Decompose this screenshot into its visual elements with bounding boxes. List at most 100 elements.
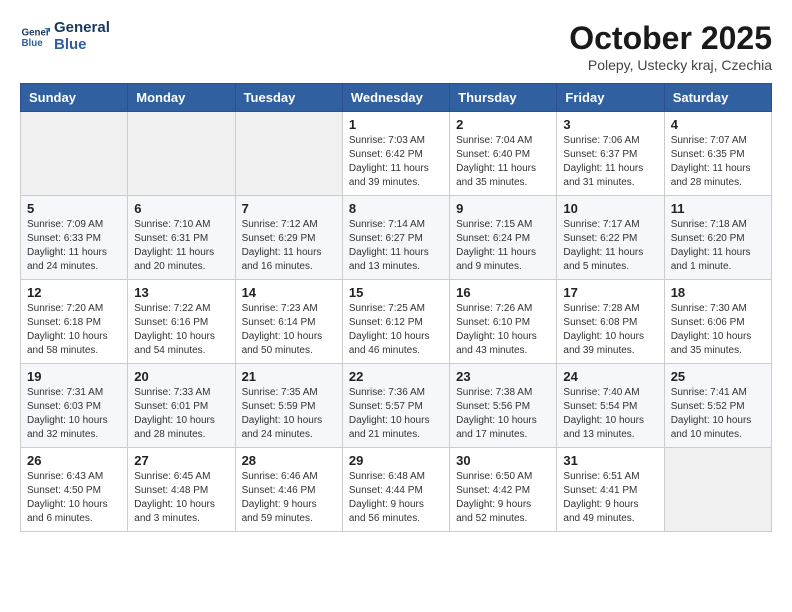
day-number: 11	[671, 201, 765, 216]
calendar-week-row: 12 Sunrise: 7:20 AM Sunset: 6:18 PM Dayli…	[21, 280, 772, 364]
calendar-cell: 1 Sunrise: 7:03 AM Sunset: 6:42 PM Daylig…	[342, 112, 449, 196]
day-number: 14	[242, 285, 336, 300]
logo-line1: General	[54, 20, 110, 37]
calendar-cell: 28 Sunrise: 6:46 AM Sunset: 4:46 PM Dayli…	[235, 448, 342, 532]
calendar-cell: 13 Sunrise: 7:22 AM Sunset: 6:16 PM Dayli…	[128, 280, 235, 364]
calendar-week-row: 26 Sunrise: 6:43 AM Sunset: 4:50 PM Dayli…	[21, 448, 772, 532]
day-number: 16	[456, 285, 550, 300]
calendar-cell: 5 Sunrise: 7:09 AM Sunset: 6:33 PM Daylig…	[21, 196, 128, 280]
day-number: 19	[27, 369, 121, 384]
calendar-cell: 29 Sunrise: 6:48 AM Sunset: 4:44 PM Dayli…	[342, 448, 449, 532]
calendar-cell: 14 Sunrise: 7:23 AM Sunset: 6:14 PM Dayli…	[235, 280, 342, 364]
day-info: Sunrise: 7:20 AM Sunset: 6:18 PM Dayligh…	[27, 302, 121, 358]
day-info: Sunrise: 7:22 AM Sunset: 6:16 PM Dayligh…	[134, 302, 228, 358]
calendar-cell	[21, 112, 128, 196]
day-number: 8	[349, 201, 443, 216]
calendar-week-row: 5 Sunrise: 7:09 AM Sunset: 6:33 PM Daylig…	[21, 196, 772, 280]
calendar-cell: 11Sunrise: 7:18 AM Sunset: 6:20 PM Dayli…	[664, 196, 771, 280]
day-info: Sunrise: 7:38 AM Sunset: 5:56 PM Dayligh…	[456, 386, 550, 442]
day-number: 22	[349, 369, 443, 384]
day-number: 28	[242, 453, 336, 468]
calendar-cell: 15 Sunrise: 7:25 AM Sunset: 6:12 PM Dayli…	[342, 280, 449, 364]
calendar-cell: 25 Sunrise: 7:41 AM Sunset: 5:52 PM Dayli…	[664, 364, 771, 448]
calendar-cell: 21 Sunrise: 7:35 AM Sunset: 5:59 PM Dayli…	[235, 364, 342, 448]
day-info: Sunrise: 6:48 AM Sunset: 4:44 PM Dayligh…	[349, 470, 443, 526]
calendar-cell: 24Sunrise: 7:40 AM Sunset: 5:54 PM Dayli…	[557, 364, 664, 448]
day-info: Sunrise: 7:30 AM Sunset: 6:06 PM Dayligh…	[671, 302, 765, 358]
weekday-header-row: SundayMondayTuesdayWednesdayThursdayFrid…	[21, 84, 772, 112]
calendar-cell: 23 Sunrise: 7:38 AM Sunset: 5:56 PM Dayli…	[450, 364, 557, 448]
weekday-header: Thursday	[450, 84, 557, 112]
day-number: 7	[242, 201, 336, 216]
day-info: Sunrise: 6:51 AM Sunset: 4:41 PM Dayligh…	[563, 470, 657, 526]
day-number: 2	[456, 117, 550, 132]
weekday-header: Sunday	[21, 84, 128, 112]
day-info: Sunrise: 7:06 AM Sunset: 6:37 PM Dayligh…	[563, 134, 657, 190]
calendar-cell: 30Sunrise: 6:50 AM Sunset: 4:42 PM Dayli…	[450, 448, 557, 532]
calendar-cell: 26 Sunrise: 6:43 AM Sunset: 4:50 PM Dayli…	[21, 448, 128, 532]
calendar-cell: 20 Sunrise: 7:33 AM Sunset: 6:01 PM Dayli…	[128, 364, 235, 448]
day-number: 4	[671, 117, 765, 132]
day-number: 13	[134, 285, 228, 300]
calendar-cell: 2Sunrise: 7:04 AM Sunset: 6:40 PM Daylig…	[450, 112, 557, 196]
day-info: Sunrise: 7:09 AM Sunset: 6:33 PM Dayligh…	[27, 218, 121, 274]
calendar-cell: 18 Sunrise: 7:30 AM Sunset: 6:06 PM Dayli…	[664, 280, 771, 364]
day-info: Sunrise: 7:26 AM Sunset: 6:10 PM Dayligh…	[456, 302, 550, 358]
svg-text:Blue: Blue	[22, 38, 44, 49]
day-number: 27	[134, 453, 228, 468]
day-info: Sunrise: 7:33 AM Sunset: 6:01 PM Dayligh…	[134, 386, 228, 442]
day-info: Sunrise: 7:12 AM Sunset: 6:29 PM Dayligh…	[242, 218, 336, 274]
calendar-cell: 19 Sunrise: 7:31 AM Sunset: 6:03 PM Dayli…	[21, 364, 128, 448]
day-info: Sunrise: 7:25 AM Sunset: 6:12 PM Dayligh…	[349, 302, 443, 358]
day-info: Sunrise: 7:03 AM Sunset: 6:42 PM Dayligh…	[349, 134, 443, 190]
day-info: Sunrise: 7:35 AM Sunset: 5:59 PM Dayligh…	[242, 386, 336, 442]
calendar-cell: 27 Sunrise: 6:45 AM Sunset: 4:48 PM Dayli…	[128, 448, 235, 532]
day-info: Sunrise: 6:45 AM Sunset: 4:48 PM Dayligh…	[134, 470, 228, 526]
calendar-cell: 6Sunrise: 7:10 AM Sunset: 6:31 PM Daylig…	[128, 196, 235, 280]
calendar-cell: 4Sunrise: 7:07 AM Sunset: 6:35 PM Daylig…	[664, 112, 771, 196]
day-number: 1	[349, 117, 443, 132]
calendar-cell: 16 Sunrise: 7:26 AM Sunset: 6:10 PM Dayli…	[450, 280, 557, 364]
day-number: 20	[134, 369, 228, 384]
day-number: 25	[671, 369, 765, 384]
logo-icon: General Blue	[20, 22, 50, 52]
day-number: 29	[349, 453, 443, 468]
day-number: 26	[27, 453, 121, 468]
day-number: 6	[134, 201, 228, 216]
title-block: October 2025 Polepy, Ustecky kraj, Czech…	[569, 20, 772, 73]
calendar-cell: 3 Sunrise: 7:06 AM Sunset: 6:37 PM Daylig…	[557, 112, 664, 196]
calendar-cell: 31Sunrise: 6:51 AM Sunset: 4:41 PM Dayli…	[557, 448, 664, 532]
calendar-cell: 22 Sunrise: 7:36 AM Sunset: 5:57 PM Dayli…	[342, 364, 449, 448]
day-info: Sunrise: 6:43 AM Sunset: 4:50 PM Dayligh…	[27, 470, 121, 526]
day-number: 18	[671, 285, 765, 300]
calendar-cell	[128, 112, 235, 196]
day-number: 3	[563, 117, 657, 132]
logo: General Blue General Blue	[20, 20, 110, 53]
day-info: Sunrise: 7:15 AM Sunset: 6:24 PM Dayligh…	[456, 218, 550, 274]
day-info: Sunrise: 7:31 AM Sunset: 6:03 PM Dayligh…	[27, 386, 121, 442]
day-number: 9	[456, 201, 550, 216]
day-number: 15	[349, 285, 443, 300]
calendar-table: SundayMondayTuesdayWednesdayThursdayFrid…	[20, 83, 772, 532]
day-info: Sunrise: 7:41 AM Sunset: 5:52 PM Dayligh…	[671, 386, 765, 442]
calendar-cell	[664, 448, 771, 532]
day-info: Sunrise: 6:46 AM Sunset: 4:46 PM Dayligh…	[242, 470, 336, 526]
page-header: General Blue General Blue October 2025 P…	[20, 20, 772, 73]
calendar-cell: 7 Sunrise: 7:12 AM Sunset: 6:29 PM Daylig…	[235, 196, 342, 280]
calendar-cell: 17 Sunrise: 7:28 AM Sunset: 6:08 PM Dayli…	[557, 280, 664, 364]
calendar-cell	[235, 112, 342, 196]
day-number: 10	[563, 201, 657, 216]
weekday-header: Tuesday	[235, 84, 342, 112]
weekday-header: Friday	[557, 84, 664, 112]
day-number: 12	[27, 285, 121, 300]
day-info: Sunrise: 7:23 AM Sunset: 6:14 PM Dayligh…	[242, 302, 336, 358]
day-info: Sunrise: 7:14 AM Sunset: 6:27 PM Dayligh…	[349, 218, 443, 274]
day-number: 17	[563, 285, 657, 300]
day-info: Sunrise: 7:28 AM Sunset: 6:08 PM Dayligh…	[563, 302, 657, 358]
calendar-week-row: 1 Sunrise: 7:03 AM Sunset: 6:42 PM Daylig…	[21, 112, 772, 196]
day-number: 5	[27, 201, 121, 216]
day-number: 21	[242, 369, 336, 384]
day-number: 23	[456, 369, 550, 384]
calendar-cell: 8 Sunrise: 7:14 AM Sunset: 6:27 PM Daylig…	[342, 196, 449, 280]
day-info: Sunrise: 7:36 AM Sunset: 5:57 PM Dayligh…	[349, 386, 443, 442]
